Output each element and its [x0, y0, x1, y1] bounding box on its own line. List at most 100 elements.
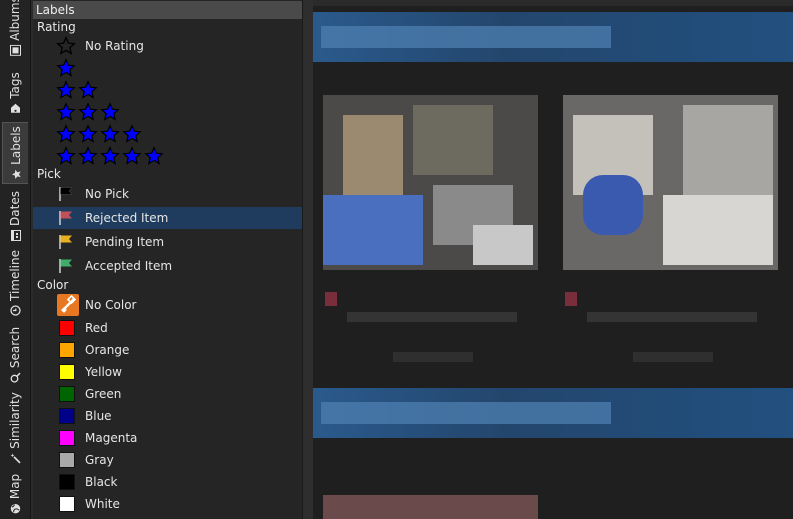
pick-label: No Pick: [85, 187, 129, 201]
color-header: Color: [37, 278, 69, 292]
filled-star-icon: [56, 58, 76, 77]
filled-star-icon: [78, 80, 98, 99]
album-header-banner: [313, 388, 793, 438]
clock-icon: [9, 305, 21, 316]
album-header-banner: [313, 12, 793, 62]
yellow-flag-icon: [58, 234, 76, 253]
color-label: Red: [85, 321, 108, 335]
search-icon: [10, 372, 21, 383]
caption-blur: [633, 352, 713, 362]
tab-dates[interactable]: Dates: [2, 188, 28, 244]
color-label: White: [85, 497, 120, 511]
thumbnail[interactable]: [323, 95, 538, 270]
rating-4-stars[interactable]: [33, 123, 302, 145]
panel-title: Labels: [33, 1, 302, 19]
color-no-color[interactable]: No Color: [33, 294, 302, 316]
tab-labels-label: Labels: [9, 126, 23, 165]
star-group: [56, 79, 100, 101]
pick-accepted-item[interactable]: Accepted Item: [33, 255, 302, 277]
color-label: Black: [85, 475, 118, 489]
pick-no-pick[interactable]: No Pick: [33, 183, 302, 205]
filled-star-icon: [56, 124, 76, 143]
filled-star-icon: [56, 80, 76, 99]
tag-icon: [10, 103, 21, 114]
black-swatch: [59, 474, 75, 490]
color-label: Orange: [85, 343, 130, 357]
tab-dates-label: Dates: [8, 191, 22, 226]
pick-label: Rejected Item: [85, 211, 169, 225]
green-swatch: [59, 386, 75, 402]
filled-star-icon: [78, 124, 98, 143]
star-group: [56, 101, 122, 123]
tab-map[interactable]: Map: [2, 470, 28, 518]
tab-labels[interactable]: Labels: [2, 122, 28, 184]
blue-swatch: [59, 408, 75, 424]
color-label: Magenta: [85, 431, 138, 445]
thumbnail[interactable]: [563, 95, 778, 270]
tab-albums-label: Albums: [8, 0, 22, 41]
rating-2-stars[interactable]: [33, 79, 302, 101]
black-flag-icon: [58, 186, 76, 205]
globe-icon: [10, 503, 21, 514]
caption-blur: [587, 312, 757, 322]
pick-label: Pending Item: [85, 235, 165, 249]
tab-albums[interactable]: Albums: [2, 0, 28, 56]
color-black[interactable]: Black: [33, 471, 302, 493]
pick-header: Pick: [37, 167, 61, 181]
pick-rejected-item[interactable]: Rejected Item: [33, 207, 302, 229]
color-green[interactable]: Green: [33, 383, 302, 405]
color-magenta[interactable]: Magenta: [33, 427, 302, 449]
banner-text-blur: [321, 26, 611, 48]
color-label: No Color: [85, 298, 137, 312]
pick-pending-item[interactable]: Pending Item: [33, 231, 302, 253]
tab-timeline[interactable]: Timeline: [2, 244, 28, 322]
top-strip: [313, 0, 793, 6]
wand-icon: [10, 453, 21, 464]
color-white[interactable]: White: [33, 493, 302, 515]
image-preview-area: [313, 0, 793, 519]
thumbnail[interactable]: [323, 495, 538, 519]
rating-no-rating[interactable]: No Rating: [33, 35, 302, 57]
side-tab-bar: Albums Tags Labels Dates Timeline Search…: [0, 0, 31, 519]
filled-star-icon: [100, 102, 120, 121]
filled-star-icon: [78, 102, 98, 121]
color-gray[interactable]: Gray: [33, 449, 302, 471]
filled-star-icon: [122, 124, 142, 143]
star-icon: [11, 169, 22, 180]
filled-star-icon: [78, 146, 98, 165]
color-orange[interactable]: Orange: [33, 339, 302, 361]
tab-map-label: Map: [8, 473, 22, 500]
color-yellow[interactable]: Yellow: [33, 361, 302, 383]
green-flag-icon: [58, 258, 76, 277]
color-blue[interactable]: Blue: [33, 405, 302, 427]
red-swatch: [59, 320, 75, 336]
tab-similarity-label: Similarity: [8, 392, 22, 449]
banner-text-blur: [321, 402, 611, 424]
color-label: Green: [85, 387, 122, 401]
empty-star-icon: [56, 36, 76, 55]
labels-panel: Labels Rating No Rating Pick No Pick Rej…: [33, 0, 302, 519]
white-swatch: [59, 496, 75, 512]
calendar-icon: [10, 229, 21, 241]
caption-blur: [393, 352, 473, 362]
yellow-swatch: [59, 364, 75, 380]
star-group: [56, 57, 78, 79]
caption-icon: [565, 292, 577, 306]
tab-search-label: Search: [8, 326, 22, 369]
rating-1-star[interactable]: [33, 57, 302, 79]
filled-star-icon: [56, 146, 76, 165]
no-color-icon: [57, 294, 79, 319]
color-red[interactable]: Red: [33, 317, 302, 339]
caption-blur: [347, 312, 517, 322]
rating-3-stars[interactable]: [33, 101, 302, 123]
color-label: Blue: [85, 409, 112, 423]
tab-tags-label: Tags: [8, 72, 22, 99]
tab-tags[interactable]: Tags: [2, 68, 28, 118]
rating-5-stars[interactable]: [33, 145, 302, 167]
tab-search[interactable]: Search: [2, 322, 28, 388]
filled-star-icon: [56, 102, 76, 121]
filled-star-icon: [122, 146, 142, 165]
tab-similarity[interactable]: Similarity: [2, 388, 28, 468]
filled-star-icon: [100, 146, 120, 165]
orange-swatch: [59, 342, 75, 358]
